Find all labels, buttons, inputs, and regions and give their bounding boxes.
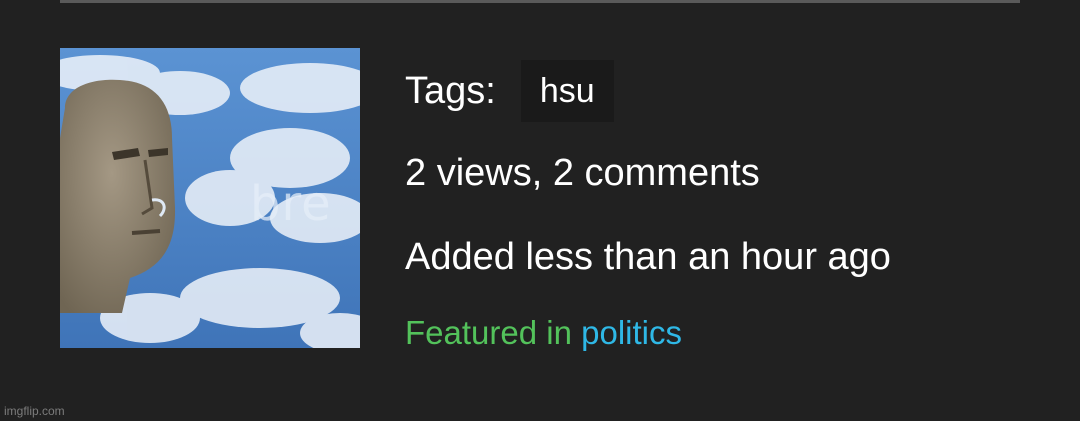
top-divider — [60, 0, 1020, 3]
featured-in: Featured in politics — [405, 314, 682, 352]
meme-caption-text: bre — [250, 176, 332, 232]
featured-stream-link[interactable]: politics — [581, 314, 682, 351]
meme-thumbnail[interactable]: bre — [60, 48, 360, 348]
added-time: Added less than an hour ago — [405, 236, 891, 278]
tag-chip-hsu[interactable]: hsu — [520, 60, 614, 122]
imgflip-watermark: imgflip.com — [4, 404, 65, 418]
meme-details-page: { "tags": { "label": "Tags:", "items": [… — [0, 0, 1080, 421]
meme-info: Tags: hsu 2 views, 2 comments Added less… — [405, 60, 891, 351]
view-comment-count: 2 views, 2 comments — [405, 152, 760, 194]
tags-label: Tags: — [405, 70, 496, 112]
tags-row: Tags: hsu — [405, 60, 614, 122]
featured-prefix: Featured in — [405, 314, 582, 351]
